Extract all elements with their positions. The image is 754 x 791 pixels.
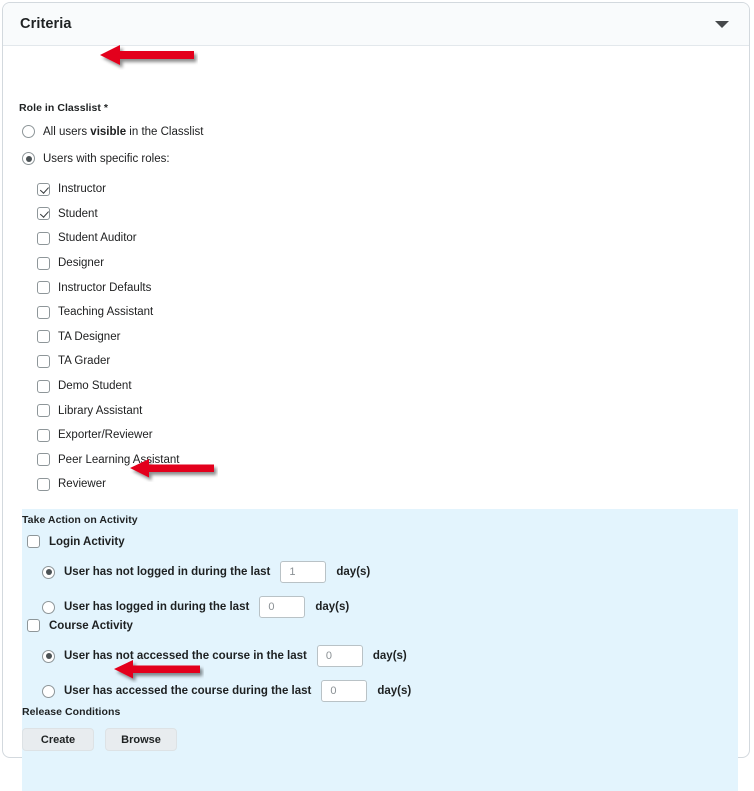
radio-icon[interactable] bbox=[42, 649, 55, 663]
release-conditions-section: Release Conditions Create Browse bbox=[22, 706, 177, 751]
course-activity-group: Course Activity User has not accessed th… bbox=[27, 619, 411, 702]
radio-icon[interactable] bbox=[42, 684, 55, 698]
checkbox-icon[interactable] bbox=[37, 207, 50, 221]
days-unit-label: day(s) bbox=[315, 601, 350, 613]
radio-icon[interactable] bbox=[42, 565, 55, 579]
role-checkbox-row[interactable]: Instructor bbox=[37, 177, 179, 202]
release-conditions-buttons: Create Browse bbox=[22, 728, 177, 751]
radio-users-with-specific-roles-label: Users with specific roles: bbox=[43, 152, 170, 165]
role-checkbox-label: Library Assistant bbox=[58, 404, 143, 417]
login-activity-group: Login Activity User has not logged in du… bbox=[27, 535, 370, 618]
criteria-card: Criteria Role in Classlist * All users v… bbox=[2, 2, 750, 791]
radio-all-users-visible-label: All users visible in the Classlist bbox=[43, 125, 204, 138]
course-accessed-days-input[interactable] bbox=[321, 680, 368, 702]
checkbox-icon[interactable] bbox=[37, 354, 50, 368]
radio-user-has-not-logged-in-label: User has not logged in during the last bbox=[64, 566, 271, 578]
role-checkbox-label: TA Designer bbox=[58, 330, 121, 343]
release-conditions-label: Release Conditions bbox=[22, 706, 121, 718]
radio-icon[interactable] bbox=[42, 600, 55, 614]
role-checkbox-label: Student bbox=[58, 207, 98, 220]
checkbox-icon[interactable] bbox=[37, 330, 50, 344]
role-checkbox-label: Exporter/Reviewer bbox=[58, 429, 153, 442]
checkbox-icon[interactable] bbox=[37, 428, 50, 442]
checkbox-icon[interactable] bbox=[37, 453, 50, 467]
role-checkbox-label: TA Grader bbox=[58, 355, 111, 368]
role-checkbox-row[interactable]: Reviewer bbox=[37, 472, 179, 497]
role-checkbox-label: Reviewer bbox=[58, 478, 106, 491]
role-checkbox-row[interactable]: Designer bbox=[37, 251, 179, 276]
role-checkbox-row[interactable]: TA Grader bbox=[37, 349, 179, 374]
radio-user-has-not-logged-in[interactable]: User has not logged in during the last d… bbox=[42, 561, 370, 583]
role-checkbox-row[interactable]: TA Designer bbox=[37, 325, 179, 350]
login-not-logged-in-days-input[interactable] bbox=[280, 561, 327, 583]
checkbox-icon[interactable] bbox=[37, 182, 50, 196]
caret-shape bbox=[715, 20, 729, 28]
radio-user-has-logged-in[interactable]: User has logged in during the last day(s… bbox=[42, 596, 370, 618]
radio-user-has-accessed-course-label: User has accessed the course during the … bbox=[64, 685, 312, 697]
role-checkbox-label: Student Auditor bbox=[58, 232, 137, 245]
create-button[interactable]: Create bbox=[22, 728, 94, 751]
role-checkbox-row[interactable]: Demo Student bbox=[37, 374, 179, 399]
checkbox-icon[interactable] bbox=[37, 231, 50, 245]
checkbox-icon[interactable] bbox=[37, 305, 50, 319]
role-checkbox-label: Peer Learning Assistant bbox=[58, 453, 180, 466]
role-checkbox-row[interactable]: Instructor Defaults bbox=[37, 275, 179, 300]
role-checkbox-list: Instructor Student Student Auditor Designer… bbox=[37, 177, 179, 497]
radio-user-has-not-accessed-course[interactable]: User has not accessed the course in the … bbox=[42, 645, 411, 667]
role-in-classlist-label: Role in Classlist * bbox=[19, 102, 109, 114]
checkbox-icon[interactable] bbox=[37, 281, 50, 295]
checkbox-icon[interactable] bbox=[27, 535, 40, 548]
criteria-header[interactable]: Criteria bbox=[3, 3, 749, 46]
role-checkbox-row[interactable]: Teaching Assistant bbox=[37, 300, 179, 325]
role-checkbox-row[interactable]: Exporter/Reviewer bbox=[37, 423, 179, 448]
browse-button[interactable]: Browse bbox=[105, 728, 177, 751]
checkbox-login-activity[interactable]: Login Activity bbox=[27, 535, 370, 548]
course-not-accessed-days-input[interactable] bbox=[316, 645, 363, 667]
checkbox-course-activity[interactable]: Course Activity bbox=[27, 619, 411, 632]
take-action-on-activity-label: Take Action on Activity bbox=[22, 514, 138, 526]
course-activity-label: Course Activity bbox=[49, 619, 133, 632]
radio-icon[interactable] bbox=[22, 152, 35, 165]
radio-user-has-accessed-course[interactable]: User has accessed the course during the … bbox=[42, 680, 411, 702]
login-activity-label: Login Activity bbox=[49, 535, 125, 548]
radio-user-has-not-accessed-course-label: User has not accessed the course in the … bbox=[64, 650, 307, 662]
role-checkbox-row[interactable]: Library Assistant bbox=[37, 398, 179, 423]
role-checkbox-label: Instructor bbox=[58, 183, 106, 196]
checkbox-icon[interactable] bbox=[37, 379, 50, 393]
page-title: Criteria bbox=[20, 16, 72, 32]
days-unit-label: day(s) bbox=[372, 650, 407, 662]
radio-user-has-logged-in-label: User has logged in during the last bbox=[64, 601, 250, 613]
role-checkbox-row[interactable]: Student bbox=[37, 202, 179, 227]
role-checkbox-label: Instructor Defaults bbox=[58, 281, 152, 294]
role-checkbox-row[interactable]: Peer Learning Assistant bbox=[37, 448, 179, 473]
radio-icon[interactable] bbox=[22, 125, 35, 138]
chevron-down-icon[interactable] bbox=[711, 13, 733, 35]
role-checkbox-label: Teaching Assistant bbox=[58, 306, 154, 319]
checkbox-icon[interactable] bbox=[37, 477, 50, 491]
checkbox-icon[interactable] bbox=[37, 256, 50, 270]
login-logged-in-days-input[interactable] bbox=[259, 596, 306, 618]
days-unit-label: day(s) bbox=[377, 685, 412, 697]
radio-all-users-visible[interactable]: All users visible in the Classlist bbox=[22, 125, 203, 138]
role-checkbox-label: Demo Student bbox=[58, 380, 132, 393]
checkbox-icon[interactable] bbox=[27, 619, 40, 632]
days-unit-label: day(s) bbox=[336, 566, 371, 578]
checkbox-icon[interactable] bbox=[37, 404, 50, 418]
role-checkbox-label: Designer bbox=[58, 257, 105, 270]
radio-users-with-specific-roles[interactable]: Users with specific roles: bbox=[22, 152, 170, 165]
take-action-on-activity-section: Take Action on Activity Login Activity U… bbox=[22, 509, 738, 791]
role-checkbox-row[interactable]: Student Auditor bbox=[37, 226, 179, 251]
